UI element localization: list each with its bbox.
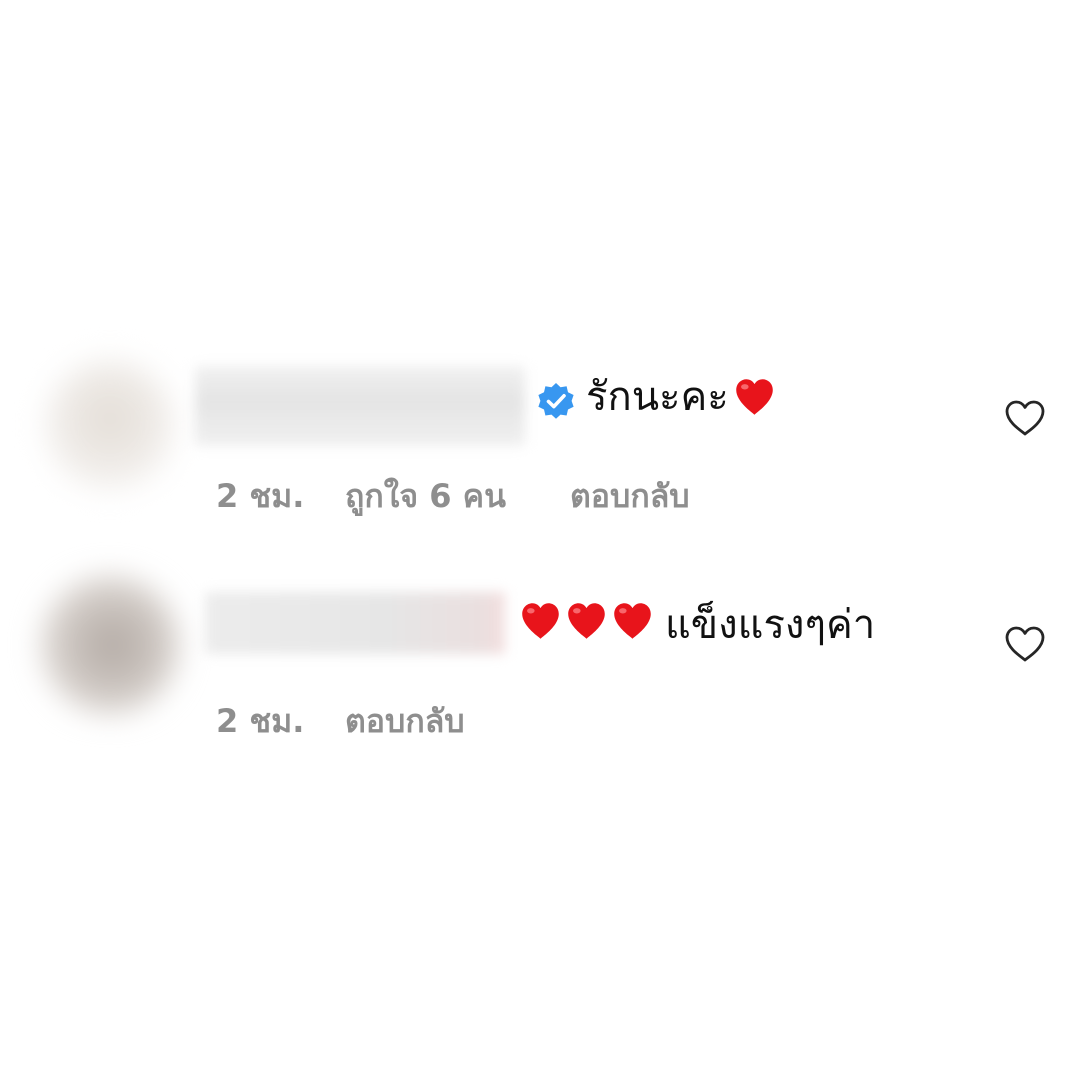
red-heart-emoji-icon <box>568 603 605 639</box>
heart-emoji-group <box>519 600 654 643</box>
heart-outline-icon[interactable] <box>1003 624 1047 664</box>
comment-timestamp: 2 ชม. <box>216 702 305 740</box>
username-blurred[interactable] <box>205 592 505 654</box>
comment-text: รักนะคะ <box>586 374 729 420</box>
reply-button[interactable]: ตอบกลับ <box>345 705 465 737</box>
verified-badge-icon <box>538 383 574 419</box>
avatar[interactable] <box>45 360 175 490</box>
red-heart-emoji-icon <box>522 603 559 639</box>
comment-like-count[interactable]: ถูกใจ 6 คน <box>345 480 506 512</box>
red-heart-emoji-icon <box>736 379 773 415</box>
comment-timestamp: 2 ชม. <box>216 477 305 515</box>
avatar[interactable] <box>40 575 180 715</box>
comments-screen: รักนะคะ 2 ชม. ถูกใจ 6 คน ตอบกลับ แข็งแรง… <box>0 0 1080 1080</box>
comment-text: แข็งแรงๆค่า <box>665 602 876 648</box>
reply-button[interactable]: ตอบกลับ <box>570 480 690 512</box>
red-heart-emoji-icon <box>614 603 651 639</box>
username-blurred[interactable] <box>195 366 525 446</box>
heart-outline-icon[interactable] <box>1003 398 1047 438</box>
